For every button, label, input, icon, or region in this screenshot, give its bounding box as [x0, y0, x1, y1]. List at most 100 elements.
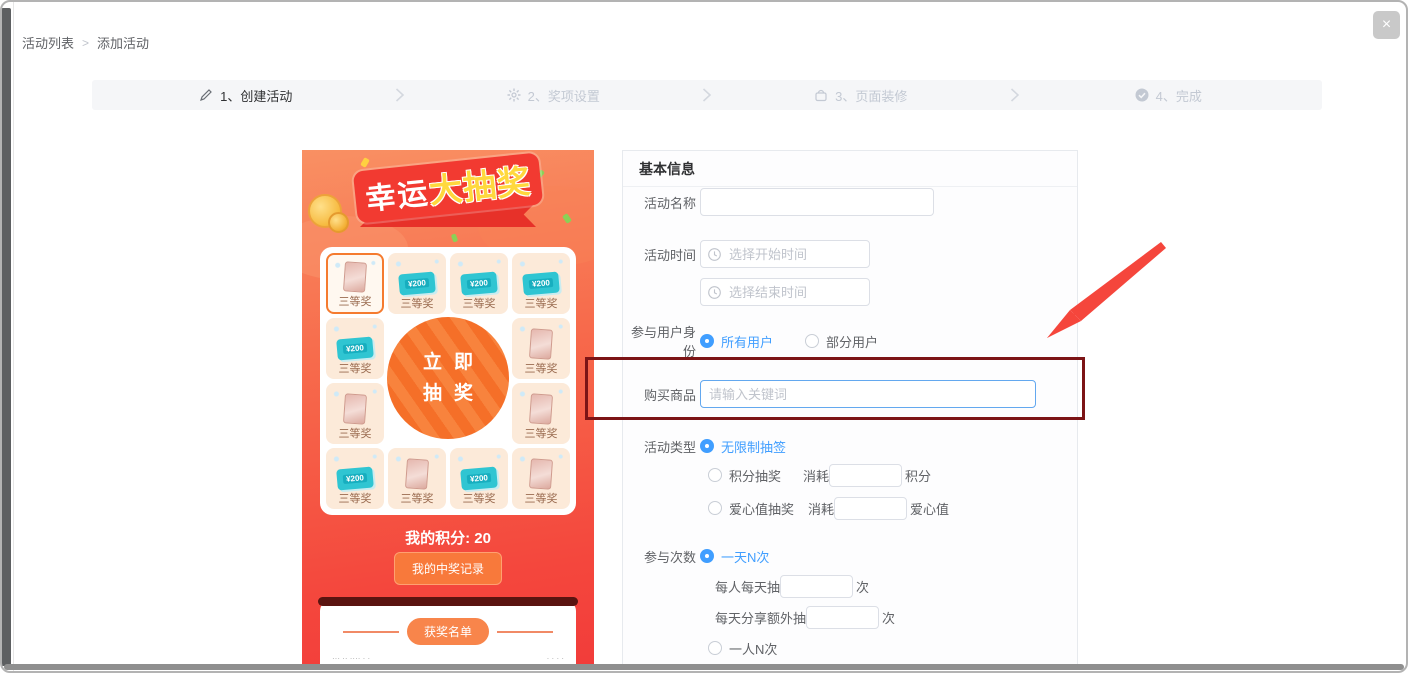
- bag-icon: [814, 88, 828, 102]
- prize-cell: ¥200 三等奖: [450, 448, 508, 509]
- phone-prize-icon: [529, 393, 553, 424]
- radio-selected-icon[interactable]: [700, 334, 714, 348]
- phone-prize-icon: [343, 261, 367, 292]
- step-wizard: 1、创建活动 2、奖项设置 3、页面装修 4、完成: [92, 80, 1322, 110]
- times-unit-label: 次: [856, 577, 869, 596]
- prize-cell: ¥200三等奖: [326, 448, 384, 509]
- coupon-prize-icon: ¥200: [522, 271, 560, 295]
- confetti: [451, 233, 458, 242]
- coupon-prize-icon: ¥200: [398, 271, 436, 295]
- per-person-day-input[interactable]: [780, 575, 853, 598]
- radio-points-lottery[interactable]: 积分抽奖: [708, 466, 803, 485]
- winners-list-title: 获奖名单: [407, 618, 489, 645]
- radio-label: 一人N次: [729, 639, 777, 658]
- prize-cell-selected: 三等奖: [326, 253, 384, 314]
- purchase-goods-keyword-input[interactable]: [700, 380, 1036, 408]
- my-winning-records-button[interactable]: 我的中奖记录: [394, 552, 502, 585]
- activity-type-label: 活动类型: [623, 437, 696, 456]
- love-unit-label: 爱心值: [910, 499, 949, 518]
- prize-cell: ¥200 三等奖: [450, 253, 508, 314]
- radio-partial-users[interactable]: 部分用户: [805, 332, 878, 351]
- radio-n-times-per-person[interactable]: 一人N次: [708, 639, 777, 658]
- activity-time-label: 活动时间: [623, 245, 696, 264]
- coupon-value: ¥200: [529, 278, 553, 289]
- prize-label: 三等奖: [339, 295, 372, 310]
- winner-row: ··· ·· ···· · · · · · ·: [320, 654, 576, 663]
- divider-line: [343, 631, 399, 633]
- pencil-icon: [199, 88, 213, 102]
- prize-cell: 三等奖: [512, 383, 570, 444]
- clock-icon: [708, 286, 721, 299]
- coupon-value: ¥200: [343, 343, 367, 354]
- radio-label: 一天N次: [721, 547, 769, 566]
- content-left-border: [13, 2, 14, 671]
- radio-n-times-per-day[interactable]: 一天N次: [700, 547, 769, 566]
- add-activity-window: × 活动列表 > 添加活动 1、创建活动 2、奖项设置 3、页面装修: [0, 0, 1408, 673]
- radio-label: 所有用户: [721, 332, 773, 351]
- radio-selected-icon[interactable]: [700, 549, 714, 563]
- participation-count-label: 参与次数: [623, 547, 696, 566]
- radio-unselected-icon[interactable]: [805, 334, 819, 348]
- prize-cell: 三等奖: [512, 448, 570, 509]
- start-time-input[interactable]: [700, 240, 870, 268]
- close-button[interactable]: ×: [1373, 11, 1400, 39]
- radio-all-users[interactable]: 所有用户: [700, 332, 773, 351]
- phone-prize-icon: [529, 458, 553, 489]
- step-label: 3、页面装修: [835, 86, 907, 105]
- window-bottom-edge: [4, 664, 1404, 670]
- winner-row-text: ··· ·· ···· · ·: [332, 654, 370, 663]
- step-create-activity[interactable]: 1、创建活动: [92, 80, 400, 110]
- user-identity-label: 参与用户身份: [623, 322, 696, 360]
- winner-row-text: · · · ·: [547, 654, 564, 663]
- step-prize-settings[interactable]: 2、奖项设置: [400, 80, 708, 110]
- consume-label: 消耗: [803, 466, 829, 485]
- per-person-day-label: 每人每天抽: [715, 577, 780, 596]
- radio-unselected-icon[interactable]: [708, 641, 722, 655]
- radio-unselected-icon[interactable]: [708, 501, 722, 515]
- step-finish[interactable]: 4、完成: [1015, 80, 1323, 110]
- prize-label: 三等奖: [463, 297, 496, 312]
- breadcrumb-add-activity: 添加活动: [97, 33, 149, 52]
- coupon-value: ¥200: [467, 473, 491, 484]
- prize-cell: ¥200 三等奖: [388, 253, 446, 314]
- times-unit-label: 次: [882, 608, 895, 627]
- radio-unlimited-draw[interactable]: 无限制抽签: [700, 437, 786, 456]
- breadcrumb-activity-list[interactable]: 活动列表: [22, 33, 74, 52]
- activity-name-input[interactable]: [700, 188, 934, 216]
- prize-cell: 三等奖: [388, 448, 446, 509]
- prize-label: 三等奖: [401, 297, 434, 312]
- prize-label: 三等奖: [401, 492, 434, 507]
- prize-cell: 三等奖: [512, 318, 570, 379]
- purchase-goods-label: 购买商品: [623, 385, 696, 404]
- prize-label: 三等奖: [525, 297, 558, 312]
- prize-cell: ¥200三等奖: [326, 318, 384, 379]
- winners-panel: 获奖名单 ··· ·· ···· · · · · · ·: [320, 601, 576, 668]
- prize-label: 三等奖: [525, 427, 558, 442]
- prize-label: 三等奖: [525, 362, 558, 377]
- prize-label: 三等奖: [463, 492, 496, 507]
- phone-prize-icon: [529, 328, 553, 359]
- phone-prize-icon: [405, 458, 429, 489]
- step-label: 1、创建活动: [220, 86, 292, 105]
- coupon-value: ¥200: [405, 278, 429, 289]
- check-circle-icon: [1135, 88, 1149, 102]
- lottery-title-part1: 幸运: [364, 177, 431, 217]
- prize-grid-panel: 三等奖 ¥200三等奖 ¥200三等奖 ¥200三等奖 ¥200三等奖 三等奖 …: [320, 247, 576, 515]
- step-label: 2、奖项设置: [528, 86, 600, 105]
- end-time-input[interactable]: [700, 278, 870, 306]
- chevron-right-icon: [1010, 80, 1019, 110]
- radio-selected-icon[interactable]: [700, 439, 714, 453]
- share-extra-label: 每天分享额外抽: [715, 608, 806, 627]
- consume-points-input[interactable]: [829, 464, 902, 487]
- radio-unselected-icon[interactable]: [708, 468, 722, 482]
- consume-love-input[interactable]: [834, 497, 907, 520]
- radio-love-value-lottery[interactable]: 爱心值抽奖: [708, 499, 808, 518]
- step-page-decoration[interactable]: 3、页面装修: [707, 80, 1015, 110]
- radio-label: 无限制抽签: [721, 437, 786, 456]
- share-extra-input[interactable]: [806, 606, 879, 629]
- coupon-prize-icon: ¥200: [460, 271, 498, 295]
- prize-cell: 三等奖: [326, 383, 384, 444]
- basic-info-title: 基本信息: [623, 151, 1077, 187]
- draw-now-button[interactable]: 立即 抽奖: [387, 317, 509, 439]
- lottery-preview: 幸运大抽奖 三等奖 ¥200三等奖 ¥200三等奖 ¥200三等奖 ¥200三等…: [302, 150, 594, 668]
